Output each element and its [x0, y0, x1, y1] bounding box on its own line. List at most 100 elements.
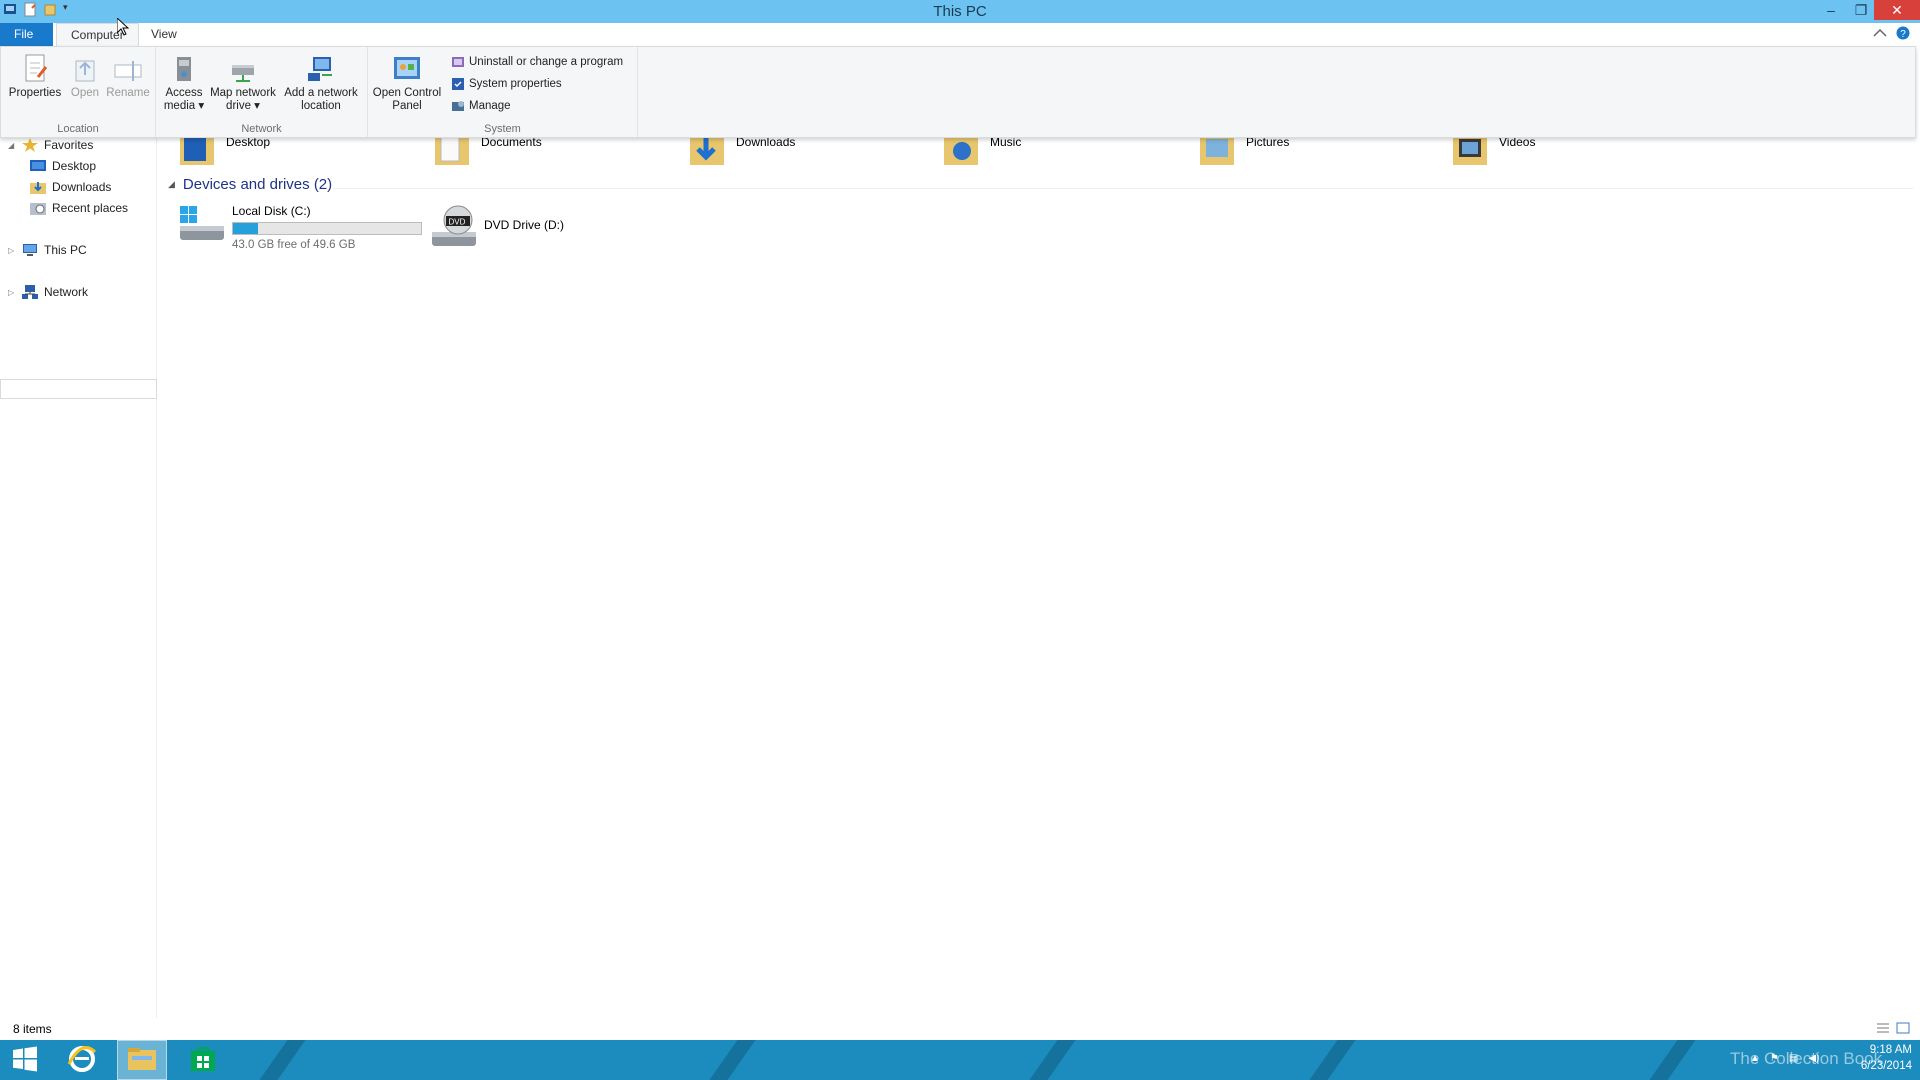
internet-explorer-button[interactable] [57, 1040, 107, 1080]
expand-arrow-icon[interactable]: ◢ [8, 141, 16, 150]
system-properties-button[interactable]: System properties [451, 77, 562, 91]
clock-date: 6/23/2014 [1860, 1060, 1912, 1072]
close-button[interactable]: ✕ [1874, 0, 1920, 20]
volume-icon[interactable]: ◀) [1808, 1053, 1819, 1064]
map-network-drive-button[interactable]: Map network drive ▾ [208, 53, 278, 113]
control-panel-icon [390, 53, 424, 85]
file-explorer-button[interactable] [117, 1040, 167, 1080]
action-center-flag-icon[interactable]: ⚑ [1770, 1053, 1779, 1064]
nav-desktop[interactable]: Desktop [30, 159, 96, 173]
nav-desktop-label: Desktop [52, 159, 97, 173]
nav-downloads-label: Downloads [52, 180, 112, 194]
location-group: Properties Open Rename Location [1, 47, 156, 137]
collapse-arrow-icon[interactable]: ◢ [168, 179, 175, 190]
tab-view[interactable]: View [137, 23, 191, 46]
add-network-location-button[interactable]: Add a network location [280, 53, 362, 113]
nav-this-pc-label: This PC [44, 243, 87, 257]
system-group-label: System [484, 123, 521, 135]
rename-button[interactable]: Rename [105, 53, 151, 100]
ribbon-tab-bar: File Computer View ? [0, 23, 1920, 46]
local-disk-free-space: 43.0 GB free of 49.6 GB [232, 239, 356, 251]
expand-arrow-icon[interactable]: ▷ [8, 288, 16, 297]
nav-network-label: Network [44, 285, 89, 299]
store-button[interactable] [178, 1040, 228, 1080]
local-disk-c[interactable]: Local Disk (C:) 43.0 GB free of 49.6 GB [178, 204, 422, 251]
folder-documents[interactable]: Documents [433, 135, 542, 165]
nav-this-pc-selection [0, 379, 157, 399]
start-button[interactable] [0, 1040, 50, 1080]
details-view-icon[interactable] [1876, 1021, 1890, 1038]
nav-favorites[interactable]: ◢ Favorites [8, 138, 93, 152]
rename-label: Rename [106, 87, 150, 99]
minimize-ribbon-icon[interactable] [1872, 26, 1888, 43]
uninstall-program-label: Uninstall or change a program [469, 56, 624, 68]
computer-icon [22, 243, 38, 257]
dvd-badge: DVD [449, 218, 466, 227]
access-media-icon [167, 53, 201, 85]
open-control-panel-button[interactable]: Open Control Panel [372, 53, 442, 113]
add-network-location-icon [304, 53, 338, 85]
manage-label: Manage [469, 100, 511, 112]
manage-button[interactable]: Manage [451, 99, 511, 113]
navigation-pane: ◢ Favorites Desktop Downloads Recent pla… [0, 138, 157, 1018]
windows-logo-icon [12, 1046, 38, 1075]
pictures-folder-icon [1198, 135, 1236, 165]
taskbar-decoration [1295, 1040, 1363, 1080]
nav-network[interactable]: ▷ Network [8, 285, 88, 299]
downloads-folder-icon [688, 135, 726, 165]
hard-drive-windows-icon [178, 204, 226, 249]
nav-recent-places[interactable]: Recent places [30, 201, 128, 215]
show-hidden-icons-icon[interactable]: ▲ [1750, 1053, 1760, 1064]
properties-button[interactable]: Properties [7, 53, 63, 100]
videos-folder-icon [1451, 135, 1489, 165]
taskbar-decoration [245, 1040, 313, 1080]
folder-downloads[interactable]: Downloads [688, 135, 795, 165]
dvd-drive-d[interactable]: DVD DVD Drive (D:) [430, 204, 564, 255]
recent-places-icon [30, 201, 46, 215]
expand-arrow-icon[interactable]: ▷ [8, 246, 16, 255]
nav-favorites-label: Favorites [44, 138, 94, 152]
network-icon [22, 285, 38, 299]
ribbon: Properties Open Rename Location Access m… [0, 46, 1916, 138]
view-switcher [1876, 1021, 1910, 1038]
properties-icon [18, 53, 52, 85]
devices-section-title: Devices and drives (2) [182, 176, 333, 193]
system-tray-icons: ▲ ⚑ ▤ ◀) [1750, 1053, 1819, 1064]
minimize-button[interactable]: – [1816, 0, 1846, 20]
music-folder-icon [942, 135, 980, 165]
open-label: Open [70, 87, 100, 99]
nav-this-pc[interactable]: ▷ This PC [8, 243, 87, 257]
star-icon [22, 138, 38, 152]
add-network-location-label-2: location [301, 100, 341, 112]
store-icon [189, 1045, 217, 1076]
clock[interactable]: 9:18 AM 6/23/2014 [1861, 1042, 1912, 1074]
folder-desktop[interactable]: Desktop [178, 135, 270, 165]
nav-recent-places-label: Recent places [52, 201, 129, 215]
uninstall-program-button[interactable]: Uninstall or change a program [451, 55, 623, 69]
location-group-label: Location [57, 123, 99, 135]
nav-downloads[interactable]: Downloads [30, 180, 111, 194]
folder-pictures[interactable]: Pictures [1198, 135, 1289, 165]
svg-text:?: ? [1900, 29, 1906, 40]
content-area: Desktop Documents Downloads Music Pictur… [158, 135, 1920, 1018]
restore-button[interactable]: ❐ [1846, 0, 1876, 20]
network-tray-icon[interactable]: ▤ [1789, 1053, 1798, 1064]
access-media-button[interactable]: Access media ▾ [162, 53, 206, 113]
network-group: Access media ▾ Map network drive ▾ Add a… [156, 47, 368, 137]
network-group-label: Network [241, 123, 282, 135]
devices-section-header[interactable]: ◢ Devices and drives (2) [168, 176, 332, 193]
folder-videos[interactable]: Videos [1451, 135, 1535, 165]
open-control-panel-label: Open Control [372, 87, 442, 99]
help-icon[interactable]: ? [1896, 26, 1910, 43]
manage-icon [451, 99, 465, 113]
taskbar-decoration [1015, 1040, 1083, 1080]
large-icons-view-icon[interactable] [1896, 1021, 1910, 1038]
system-properties-icon [451, 77, 465, 91]
tab-file[interactable]: File [0, 23, 53, 46]
folder-music[interactable]: Music [942, 135, 1021, 165]
dvd-drive-name: DVD Drive (D:) [484, 218, 564, 232]
title-bar: ▾ This PC – ❐ ✕ [0, 0, 1920, 23]
access-media-label: Access [165, 87, 203, 99]
open-button[interactable]: Open [67, 53, 103, 100]
status-bar: 8 items [0, 1018, 1920, 1040]
